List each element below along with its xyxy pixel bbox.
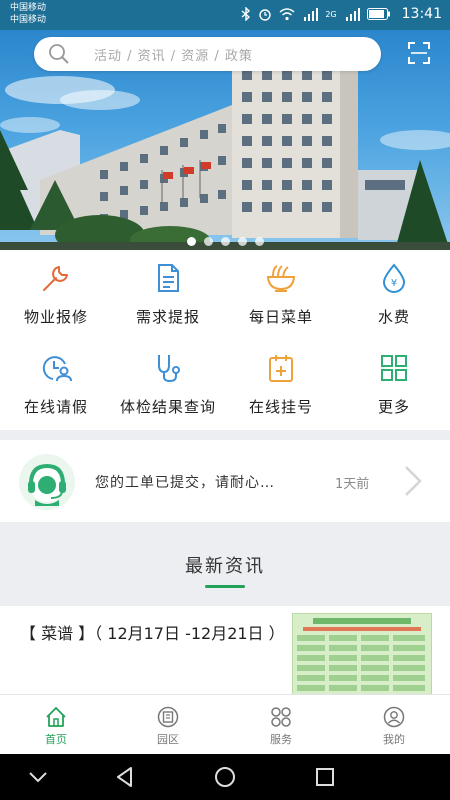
tab-services[interactable]: 服务 bbox=[225, 695, 337, 755]
service-label: 物业报修 bbox=[23, 308, 88, 326]
news-section-title: 最新资讯 bbox=[185, 556, 265, 577]
service-leave[interactable]: 在线请假 bbox=[0, 340, 112, 430]
document-icon bbox=[158, 264, 179, 292]
headset-icon bbox=[28, 463, 66, 506]
carousel-dot[interactable] bbox=[220, 237, 230, 246]
service-grid: 物业报修 需求提报 每日菜单 ¥ 水费 在线请假 体检结果查询 在线挂号 更多 bbox=[0, 250, 450, 430]
recents-icon[interactable] bbox=[313, 765, 337, 789]
network-type-label: 2G bbox=[325, 9, 337, 19]
carousel-dot[interactable] bbox=[186, 237, 196, 246]
back-icon[interactable] bbox=[113, 765, 137, 789]
stethoscope-icon bbox=[158, 355, 180, 383]
system-navigation-bar bbox=[0, 754, 450, 800]
service-request[interactable]: 需求提报 bbox=[112, 250, 224, 340]
carousel-dot[interactable] bbox=[237, 237, 247, 246]
bottom-tab-bar: 首页 园区 服务 我的 bbox=[0, 694, 450, 754]
service-label: 每日菜单 bbox=[248, 308, 313, 326]
tab-label: 园区 bbox=[157, 733, 179, 746]
notice-time: 1天前 bbox=[335, 477, 370, 492]
search-icon bbox=[49, 44, 69, 64]
clock-person-icon bbox=[42, 356, 72, 382]
news-list-item[interactable]: 【 菜谱 】（ 12月17日 -12月21日 ） bbox=[0, 606, 450, 694]
home-button-icon[interactable] bbox=[213, 765, 237, 789]
service-label: 需求提报 bbox=[135, 308, 200, 326]
water-drop-icon: ¥ bbox=[382, 263, 406, 293]
service-daily-menu[interactable]: 每日菜单 bbox=[225, 250, 337, 340]
home-icon bbox=[46, 707, 66, 727]
news-item-title: 【 菜谱 】（ 12月17日 -12月21日 ） bbox=[20, 624, 285, 643]
carousel-dot[interactable] bbox=[254, 237, 264, 246]
status-time: 13:41 bbox=[401, 6, 442, 22]
calendar-plus-icon bbox=[269, 355, 293, 382]
carrier-label-2: 中国移动 bbox=[10, 15, 47, 25]
search-bar[interactable]: 活动 / 资讯 / 资源 / 政策 bbox=[34, 37, 381, 71]
tab-home[interactable]: 首页 bbox=[0, 695, 112, 755]
work-order-notice[interactable]: 您的工单已提交，请耐心… 1天前 bbox=[0, 440, 450, 522]
service-checkup-results[interactable]: 体检结果查询 bbox=[112, 340, 224, 430]
service-label: 体检结果查询 bbox=[119, 398, 216, 416]
wifi-icon bbox=[279, 7, 295, 21]
signal-2g-icon bbox=[344, 7, 360, 21]
status-bar: 中国移动 中国移动 2G 13:41 bbox=[0, 0, 450, 30]
search-input[interactable]: 活动 / 资讯 / 资源 / 政策 bbox=[94, 45, 253, 64]
svg-text:¥: ¥ bbox=[391, 278, 397, 289]
tab-label: 首页 bbox=[45, 733, 67, 746]
wrench-icon bbox=[43, 266, 68, 291]
noodle-bowl-icon bbox=[266, 265, 296, 292]
service-repair[interactable]: 物业报修 bbox=[0, 250, 112, 340]
tab-label: 我的 bbox=[383, 733, 405, 746]
grid-icon bbox=[381, 355, 407, 381]
notice-message: 您的工单已提交，请耐心… bbox=[95, 475, 275, 491]
service-label: 水费 bbox=[377, 308, 410, 326]
carousel-dot[interactable] bbox=[203, 237, 213, 246]
building-icon bbox=[157, 706, 179, 728]
carousel-indicator bbox=[0, 237, 450, 246]
chevron-right-icon[interactable] bbox=[402, 464, 424, 498]
service-label: 在线挂号 bbox=[248, 398, 313, 416]
tab-label: 服务 bbox=[270, 733, 292, 746]
service-label: 在线请假 bbox=[23, 398, 88, 416]
tab-park[interactable]: 园区 bbox=[112, 695, 224, 755]
title-underline bbox=[205, 585, 245, 588]
scan-icon[interactable] bbox=[408, 42, 430, 64]
banner-carousel[interactable]: 活动 / 资讯 / 资源 / 政策 bbox=[0, 30, 450, 250]
service-water-fee[interactable]: ¥ 水费 bbox=[338, 250, 450, 340]
bluetooth-icon bbox=[241, 7, 251, 21]
alarm-icon bbox=[258, 7, 272, 21]
news-section-header: 最新资讯 bbox=[0, 522, 450, 606]
service-label: 更多 bbox=[377, 398, 410, 416]
service-more[interactable]: 更多 bbox=[338, 340, 450, 430]
user-icon bbox=[383, 706, 405, 728]
customer-service-avatar bbox=[19, 454, 75, 510]
carrier-label-1: 中国移动 bbox=[10, 3, 47, 13]
chevron-down-icon[interactable] bbox=[26, 765, 50, 789]
service-registration[interactable]: 在线挂号 bbox=[225, 340, 337, 430]
section-divider bbox=[0, 430, 450, 440]
battery-icon bbox=[366, 8, 391, 20]
menu-thumbnail-image bbox=[292, 613, 432, 694]
signal-4g-icon bbox=[302, 7, 319, 21]
tab-mine[interactable]: 我的 bbox=[338, 695, 450, 755]
services-icon bbox=[271, 707, 291, 727]
